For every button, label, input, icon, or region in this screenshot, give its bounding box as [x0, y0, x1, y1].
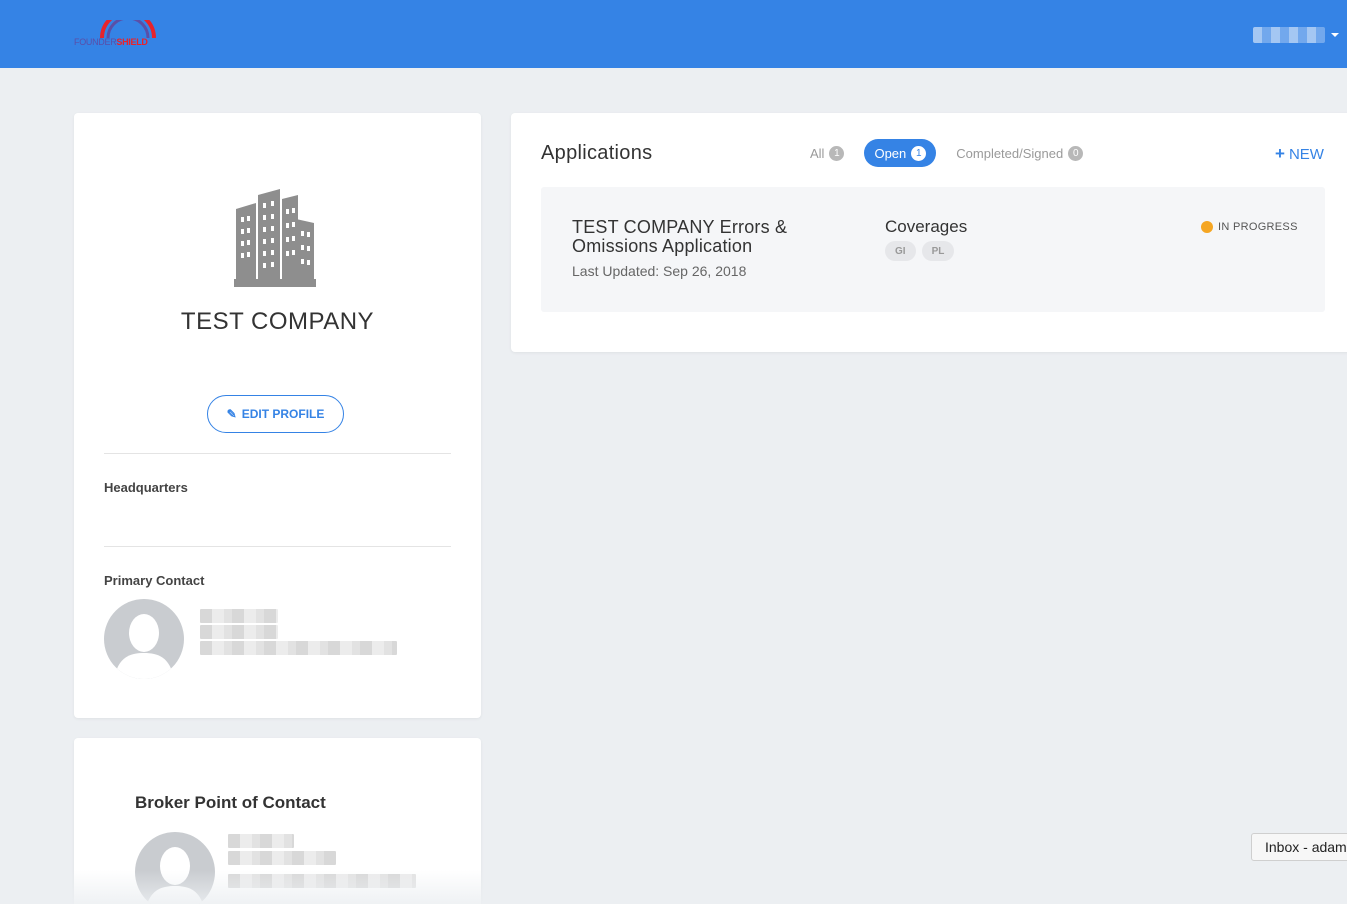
logo-wordmark: FOUNDERSHIELD: [74, 37, 148, 47]
status-text: IN PROGRESS: [1218, 221, 1298, 233]
bottom-fade: [0, 870, 1347, 904]
status-dot-icon: [1201, 221, 1213, 233]
filter-open[interactable]: Open 1: [864, 139, 937, 167]
company-profile-card: TEST COMPANY ✎ EDIT PROFILE Headquarters…: [74, 113, 481, 718]
broker-title-redacted: [228, 851, 336, 865]
broker-contact-title: Broker Point of Contact: [135, 793, 326, 812]
inbox-tooltip: Inbox - adam: [1251, 833, 1347, 861]
application-last-updated: Last Updated: Sep 26, 2018: [572, 263, 747, 279]
company-name: TEST COMPANY: [180, 308, 375, 335]
primary-contact-name-redacted: [200, 609, 278, 623]
count-badge: 1: [829, 145, 845, 161]
pencil-square-icon: ✎: [226, 407, 237, 421]
building-icon: [234, 189, 316, 287]
count-badge: 1: [911, 145, 927, 161]
filter-completed-signed[interactable]: Completed/Signed 0: [946, 139, 1093, 167]
applications-title: Applications: [541, 142, 653, 164]
edit-profile-button[interactable]: ✎ EDIT PROFILE: [207, 395, 344, 433]
primary-contact-avatar: [104, 599, 184, 679]
application-name: TEST COMPANY Errors & Omissions Applicat…: [572, 217, 788, 256]
applications-card: Applications All 1 Open 1 Completed/Sign…: [511, 113, 1347, 352]
primary-contact-email-redacted: [200, 641, 397, 655]
count-badge: 0: [1068, 145, 1084, 161]
primary-contact-title-redacted: [200, 625, 278, 639]
divider: [104, 546, 451, 547]
caret-down-icon: [1331, 33, 1339, 37]
coverage-tag: PL: [921, 241, 955, 261]
coverage-tags: GI PL: [885, 241, 955, 261]
coverages-label: Coverages: [885, 217, 968, 236]
edit-profile-label: EDIT PROFILE: [241, 407, 325, 421]
coverage-tag: GI: [885, 241, 916, 261]
foundershield-logo[interactable]: FOUNDERSHIELD: [74, 20, 164, 50]
user-menu[interactable]: [1253, 26, 1339, 44]
application-filters: All 1 Open 1 Completed/Signed 0: [800, 139, 1093, 167]
new-application-button[interactable]: + NEW: [1275, 144, 1324, 164]
divider: [104, 453, 451, 454]
filter-all[interactable]: All 1: [800, 139, 854, 167]
broker-name-redacted: [228, 834, 294, 848]
top-navbar: FOUNDERSHIELD: [0, 0, 1347, 68]
user-name-redacted: [1253, 27, 1325, 43]
application-list-item[interactable]: TEST COMPANY Errors & Omissions Applicat…: [541, 187, 1325, 312]
headquarters-label: Headquarters: [104, 480, 188, 495]
plus-icon: +: [1275, 144, 1285, 163]
status-badge: IN PROGRESS: [1201, 221, 1298, 233]
primary-contact-label: Primary Contact: [104, 573, 205, 588]
